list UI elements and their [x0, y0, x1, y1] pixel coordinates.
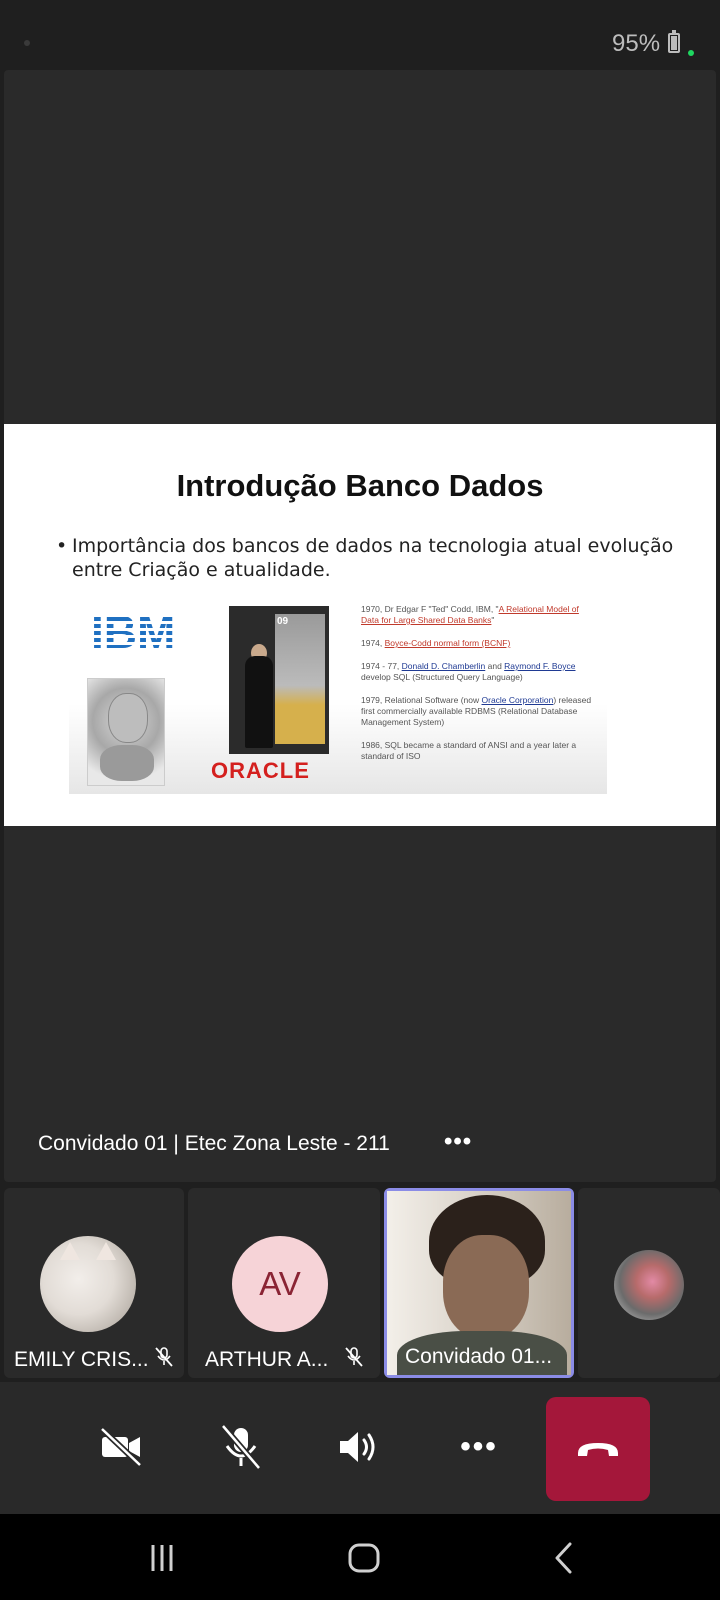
more-options-button[interactable]: •••	[446, 1414, 512, 1480]
history-collage: IBM 09 ORACLE 1970, Dr Edgar F "Ted" Cod…	[69, 594, 607, 794]
slide-title: Introdução Banco Dados	[176, 468, 544, 503]
status-bar: 95%	[0, 0, 720, 70]
timeline-item: 1979, Relational Software (now Oracle Co…	[361, 695, 592, 727]
codd-photo	[87, 678, 165, 786]
participant-tile[interactable]: AV ARTHUR A...	[188, 1188, 380, 1378]
call-controls: •••	[0, 1382, 720, 1514]
bullet-text: Importância dos bancos de dados na tecno…	[72, 535, 674, 581]
participant-tile[interactable]	[578, 1188, 720, 1378]
mic-toggle-button[interactable]	[208, 1414, 274, 1480]
hang-up-icon	[578, 1443, 618, 1456]
participant-name: EMILY CRIS...	[14, 1348, 149, 1371]
slide-bullet: • Importância dos bancos de dados na tec…	[56, 534, 676, 582]
battery-icon	[668, 30, 680, 53]
system-nav-bar	[0, 1514, 720, 1600]
battery-percent: 95%	[612, 30, 661, 57]
participant-avatar	[614, 1250, 684, 1320]
photo-number: 09	[277, 616, 289, 627]
ibm-logo: IBM	[89, 606, 199, 654]
hang-up-button[interactable]	[546, 1397, 650, 1501]
participant-name: ARTHUR A...	[205, 1348, 329, 1371]
shared-slide: Introdução Banco Dados • Importância dos…	[4, 424, 716, 826]
camera-off-icon	[99, 1427, 143, 1467]
camera-toggle-button[interactable]	[88, 1414, 154, 1480]
oracle-logo: ORACLE	[211, 758, 310, 783]
back-icon	[555, 1542, 572, 1574]
timeline-item: 1970, Dr Edgar F "Ted" Codd, IBM, "A Rel…	[361, 604, 579, 625]
recents-icon	[151, 1545, 173, 1571]
bullet-marker: •	[56, 535, 68, 557]
more-icon: •••	[460, 1430, 498, 1463]
camera-in-use-dot	[688, 50, 694, 56]
timeline-text: 1970, Dr Edgar F "Ted" Codd, IBM, "A Rel…	[361, 604, 597, 774]
mic-off-icon	[155, 1347, 173, 1367]
mic-off-icon	[345, 1347, 363, 1367]
home-icon	[348, 1543, 380, 1573]
home-button[interactable]	[342, 1538, 386, 1578]
presenter-more-options-button[interactable]: •••	[444, 1128, 472, 1156]
participant-name: Convidado 01...	[405, 1345, 553, 1368]
timeline-item: 1974, Boyce-Codd normal form (BCNF)	[361, 638, 511, 648]
chamberlin-photo: 09	[229, 606, 329, 754]
mic-off-icon	[220, 1424, 262, 1470]
participant-tile[interactable]: EMILY CRIS...	[4, 1188, 184, 1378]
back-button[interactable]	[542, 1538, 586, 1578]
speaker-icon	[340, 1432, 375, 1462]
presenter-label: Convidado 01 | Etec Zona Leste - 211	[38, 1132, 390, 1155]
active-speaker-tile[interactable]: Convidado 01...	[384, 1188, 574, 1378]
recents-button[interactable]	[140, 1538, 184, 1578]
speaker-button[interactable]	[326, 1414, 392, 1480]
notification-dot	[24, 40, 30, 46]
participant-avatar-initials: AV	[232, 1236, 328, 1332]
participant-avatar	[40, 1236, 136, 1332]
timeline-item: 1986, SQL became a standard of ANSI and …	[361, 740, 577, 761]
timeline-item: 1974 - 77, Donald D. Chamberlin and Raym…	[361, 661, 576, 682]
